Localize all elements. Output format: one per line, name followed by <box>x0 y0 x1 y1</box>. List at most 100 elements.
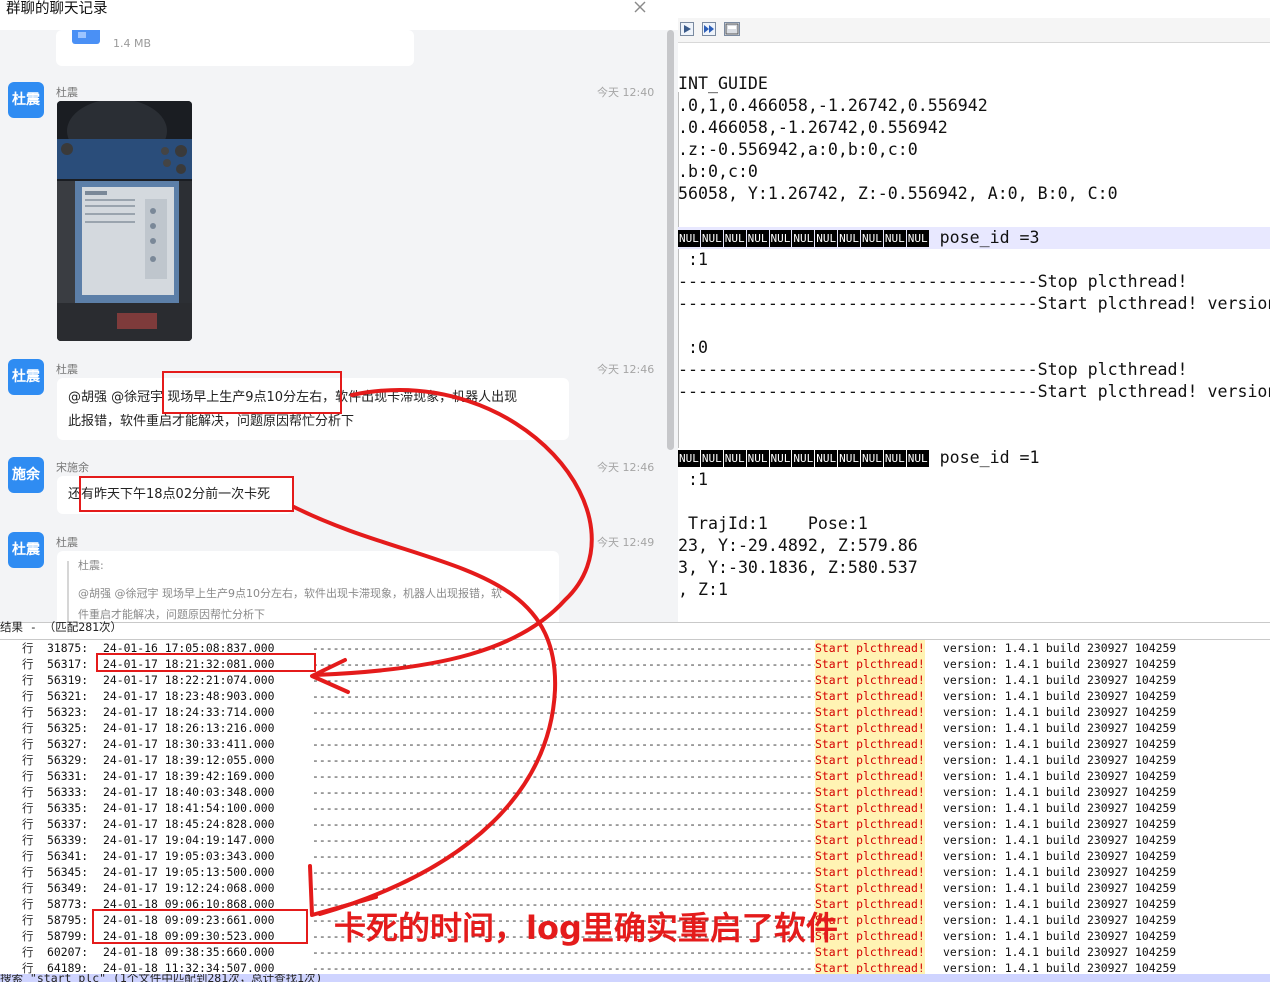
search-match: Start plcthread! <box>815 848 925 864</box>
line-number: 56327: <box>47 737 89 751</box>
version-text: version: 1.4.1 build 230927 104259 <box>943 897 1177 911</box>
line-number: 56321: <box>47 689 89 703</box>
search-match: Start plcthread! <box>815 816 925 832</box>
nul-char-marker: NUL <box>883 450 906 467</box>
version-text: version: 1.4.1 build 230927 104259 <box>943 737 1177 751</box>
result-row[interactable]: 行 56339: 24-01-17 19:04:19:147.000 --------… <box>0 832 1270 848</box>
row-prefix: 行 <box>22 721 34 735</box>
message-time: 今天 12:40 <box>597 86 655 99</box>
log-timestamp: 24-01-17 18:39:42:169.000 <box>103 769 275 783</box>
line-number: 56317: <box>47 657 89 671</box>
result-row[interactable]: 行 56331: 24-01-17 18:39:42:169.000 --------… <box>0 768 1270 784</box>
line-number: 56331: <box>47 769 89 783</box>
line-number: 56349: <box>47 881 89 895</box>
row-prefix: 行 <box>22 817 34 831</box>
row-prefix: 行 <box>22 945 34 959</box>
nul-char-marker: NUL <box>883 230 906 247</box>
editor-line: .0.466058,-1.26742,0.556942 <box>678 118 948 137</box>
sender-name: 杜震 <box>56 536 78 549</box>
line-number: 56339: <box>47 833 89 847</box>
line-number: 56329: <box>47 753 89 767</box>
editor-line: ------------------------------------Stop… <box>678 272 1188 291</box>
row-prefix: 行 <box>22 641 34 655</box>
avatar[interactable]: 杜震 <box>8 82 44 118</box>
editor-line: NUL NUL NUL NUL NUL NUL NUL NUL NUL NUL NUL pose_i… <box>678 447 1040 469</box>
version-text: version: 1.4.1 build 230927 104259 <box>943 673 1177 687</box>
nul-char-marker: NUL <box>723 230 746 247</box>
line-number: 56325: <box>47 721 89 735</box>
photo-attachment[interactable] <box>57 101 192 341</box>
dash-separator: ----------------------------------------… <box>312 865 815 879</box>
search-match: Start plcthread! <box>815 640 925 656</box>
nul-char-marker: NUL <box>906 230 929 247</box>
search-match: Start plcthread! <box>815 800 925 816</box>
message-time: 今天 12:49 <box>597 536 655 549</box>
sender-name: 宋施余 <box>56 461 89 474</box>
editor-line: , Z:1 <box>678 580 728 599</box>
dash-separator: ----------------------------------------… <box>312 785 815 799</box>
line-number: 31875: <box>47 641 89 655</box>
save-macro-icon[interactable] <box>724 22 740 36</box>
dash-separator: ----------------------------------------… <box>312 721 815 735</box>
log-timestamp: 24-01-17 18:23:48:903.000 <box>103 689 275 703</box>
result-row[interactable]: 行 56333: 24-01-17 18:40:03:348.000 --------… <box>0 784 1270 800</box>
dash-separator: ----------------------------------------… <box>312 833 815 847</box>
row-prefix: 行 <box>22 689 34 703</box>
row-prefix: 行 <box>22 849 34 863</box>
line-number: 56333: <box>47 785 89 799</box>
result-row[interactable]: 行 56327: 24-01-17 18:30:33:411.000 --------… <box>0 736 1270 752</box>
search-summary-text: 搜索 "start plc" (1个文件中匹配到281次，总计查找1次) <box>0 974 323 982</box>
dash-separator: ----------------------------------------… <box>312 801 815 815</box>
result-row[interactable]: 行 56319: 24-01-17 18:22:21:074.000 --------… <box>0 672 1270 688</box>
quote-text-line: @胡强 @徐冠宇 现场早上生产9点10分左右，软件出现卡滞现象，机器人出现报错，… <box>78 587 502 600</box>
quote-sender: 杜震: <box>78 559 104 572</box>
log-timestamp: 24-01-17 18:45:24:828.000 <box>103 817 275 831</box>
line-number: 56345: <box>47 865 89 879</box>
version-text: version: 1.4.1 build 230927 104259 <box>943 881 1177 895</box>
result-row[interactable]: 行 56335: 24-01-17 18:41:54:100.000 --------… <box>0 800 1270 816</box>
message-time: 今天 12:46 <box>597 461 655 474</box>
highlight-box-row-56317 <box>96 653 316 672</box>
row-prefix: 行 <box>22 785 34 799</box>
sender-name: 杜震 <box>56 363 78 376</box>
search-match: Start plcthread! <box>815 832 925 848</box>
line-number: 56319: <box>47 673 89 687</box>
row-prefix: 行 <box>22 673 34 687</box>
version-text: version: 1.4.1 build 230927 104259 <box>943 801 1177 815</box>
avatar[interactable]: 杜震 <box>8 532 44 568</box>
dash-separator: ----------------------------------------… <box>312 673 815 687</box>
file-attachment[interactable]: 1.4 MB <box>56 30 414 66</box>
avatar[interactable]: 施余 <box>8 457 44 493</box>
sender-name: 杜震 <box>56 86 78 99</box>
log-timestamp: 24-01-17 19:05:03:343.000 <box>103 849 275 863</box>
run-macro-multiple-icon[interactable] <box>702 22 716 36</box>
log-timestamp: 24-01-17 18:40:03:348.000 <box>103 785 275 799</box>
result-row[interactable]: 行 56329: 24-01-17 18:39:12:055.000 --------… <box>0 752 1270 768</box>
quoted-message-bubble[interactable]: 杜震: @胡强 @徐冠宇 现场早上生产9点10分左右，软件出现卡滞现象，机器人出… <box>57 551 559 622</box>
result-row[interactable]: 行 56349: 24-01-17 19:12:24:068.000 --------… <box>0 880 1270 896</box>
play-macro-icon[interactable] <box>680 22 694 36</box>
highlight-box-rows-58795-58799 <box>92 909 308 944</box>
row-prefix: 行 <box>22 913 34 927</box>
log-timestamp: 24-01-17 18:26:13:216.000 <box>103 721 275 735</box>
nul-char-marker: NUL <box>723 450 746 467</box>
avatar[interactable]: 杜震 <box>8 359 44 395</box>
editor-line: TrajId:1 Pose:1 <box>678 514 868 533</box>
row-prefix: 行 <box>22 833 34 847</box>
close-icon[interactable] <box>630 0 650 18</box>
editor-text-area[interactable]: INT_GUIDE .0,1,0.466058,-1.26742,0.556942… <box>678 73 1270 603</box>
result-row[interactable]: 行 56325: 24-01-17 18:26:13:216.000 --------… <box>0 720 1270 736</box>
result-row[interactable]: 行 56341: 24-01-17 19:05:03:343.000 --------… <box>0 848 1270 864</box>
log-timestamp: 24-01-18 09:38:35:660.000 <box>103 945 275 959</box>
result-row[interactable]: 行 56345: 24-01-17 19:05:13:500.000 --------… <box>0 864 1270 880</box>
highlight-box-yesterday-time <box>79 476 294 512</box>
log-timestamp: 24-01-17 18:30:33:411.000 <box>103 737 275 751</box>
chat-scrollbar[interactable] <box>667 30 674 622</box>
editor-line: :1 <box>678 250 708 269</box>
result-row[interactable]: 行 56337: 24-01-17 18:45:24:828.000 --------… <box>0 816 1270 832</box>
nul-char-marker: NUL <box>700 450 723 467</box>
version-text: version: 1.4.1 build 230927 104259 <box>943 641 1177 655</box>
result-row[interactable]: 行 56323: 24-01-17 18:24:33:714.000 --------… <box>0 704 1270 720</box>
line-number: 58799: <box>47 929 89 943</box>
result-row[interactable]: 行 56321: 24-01-17 18:23:48:903.000 --------… <box>0 688 1270 704</box>
